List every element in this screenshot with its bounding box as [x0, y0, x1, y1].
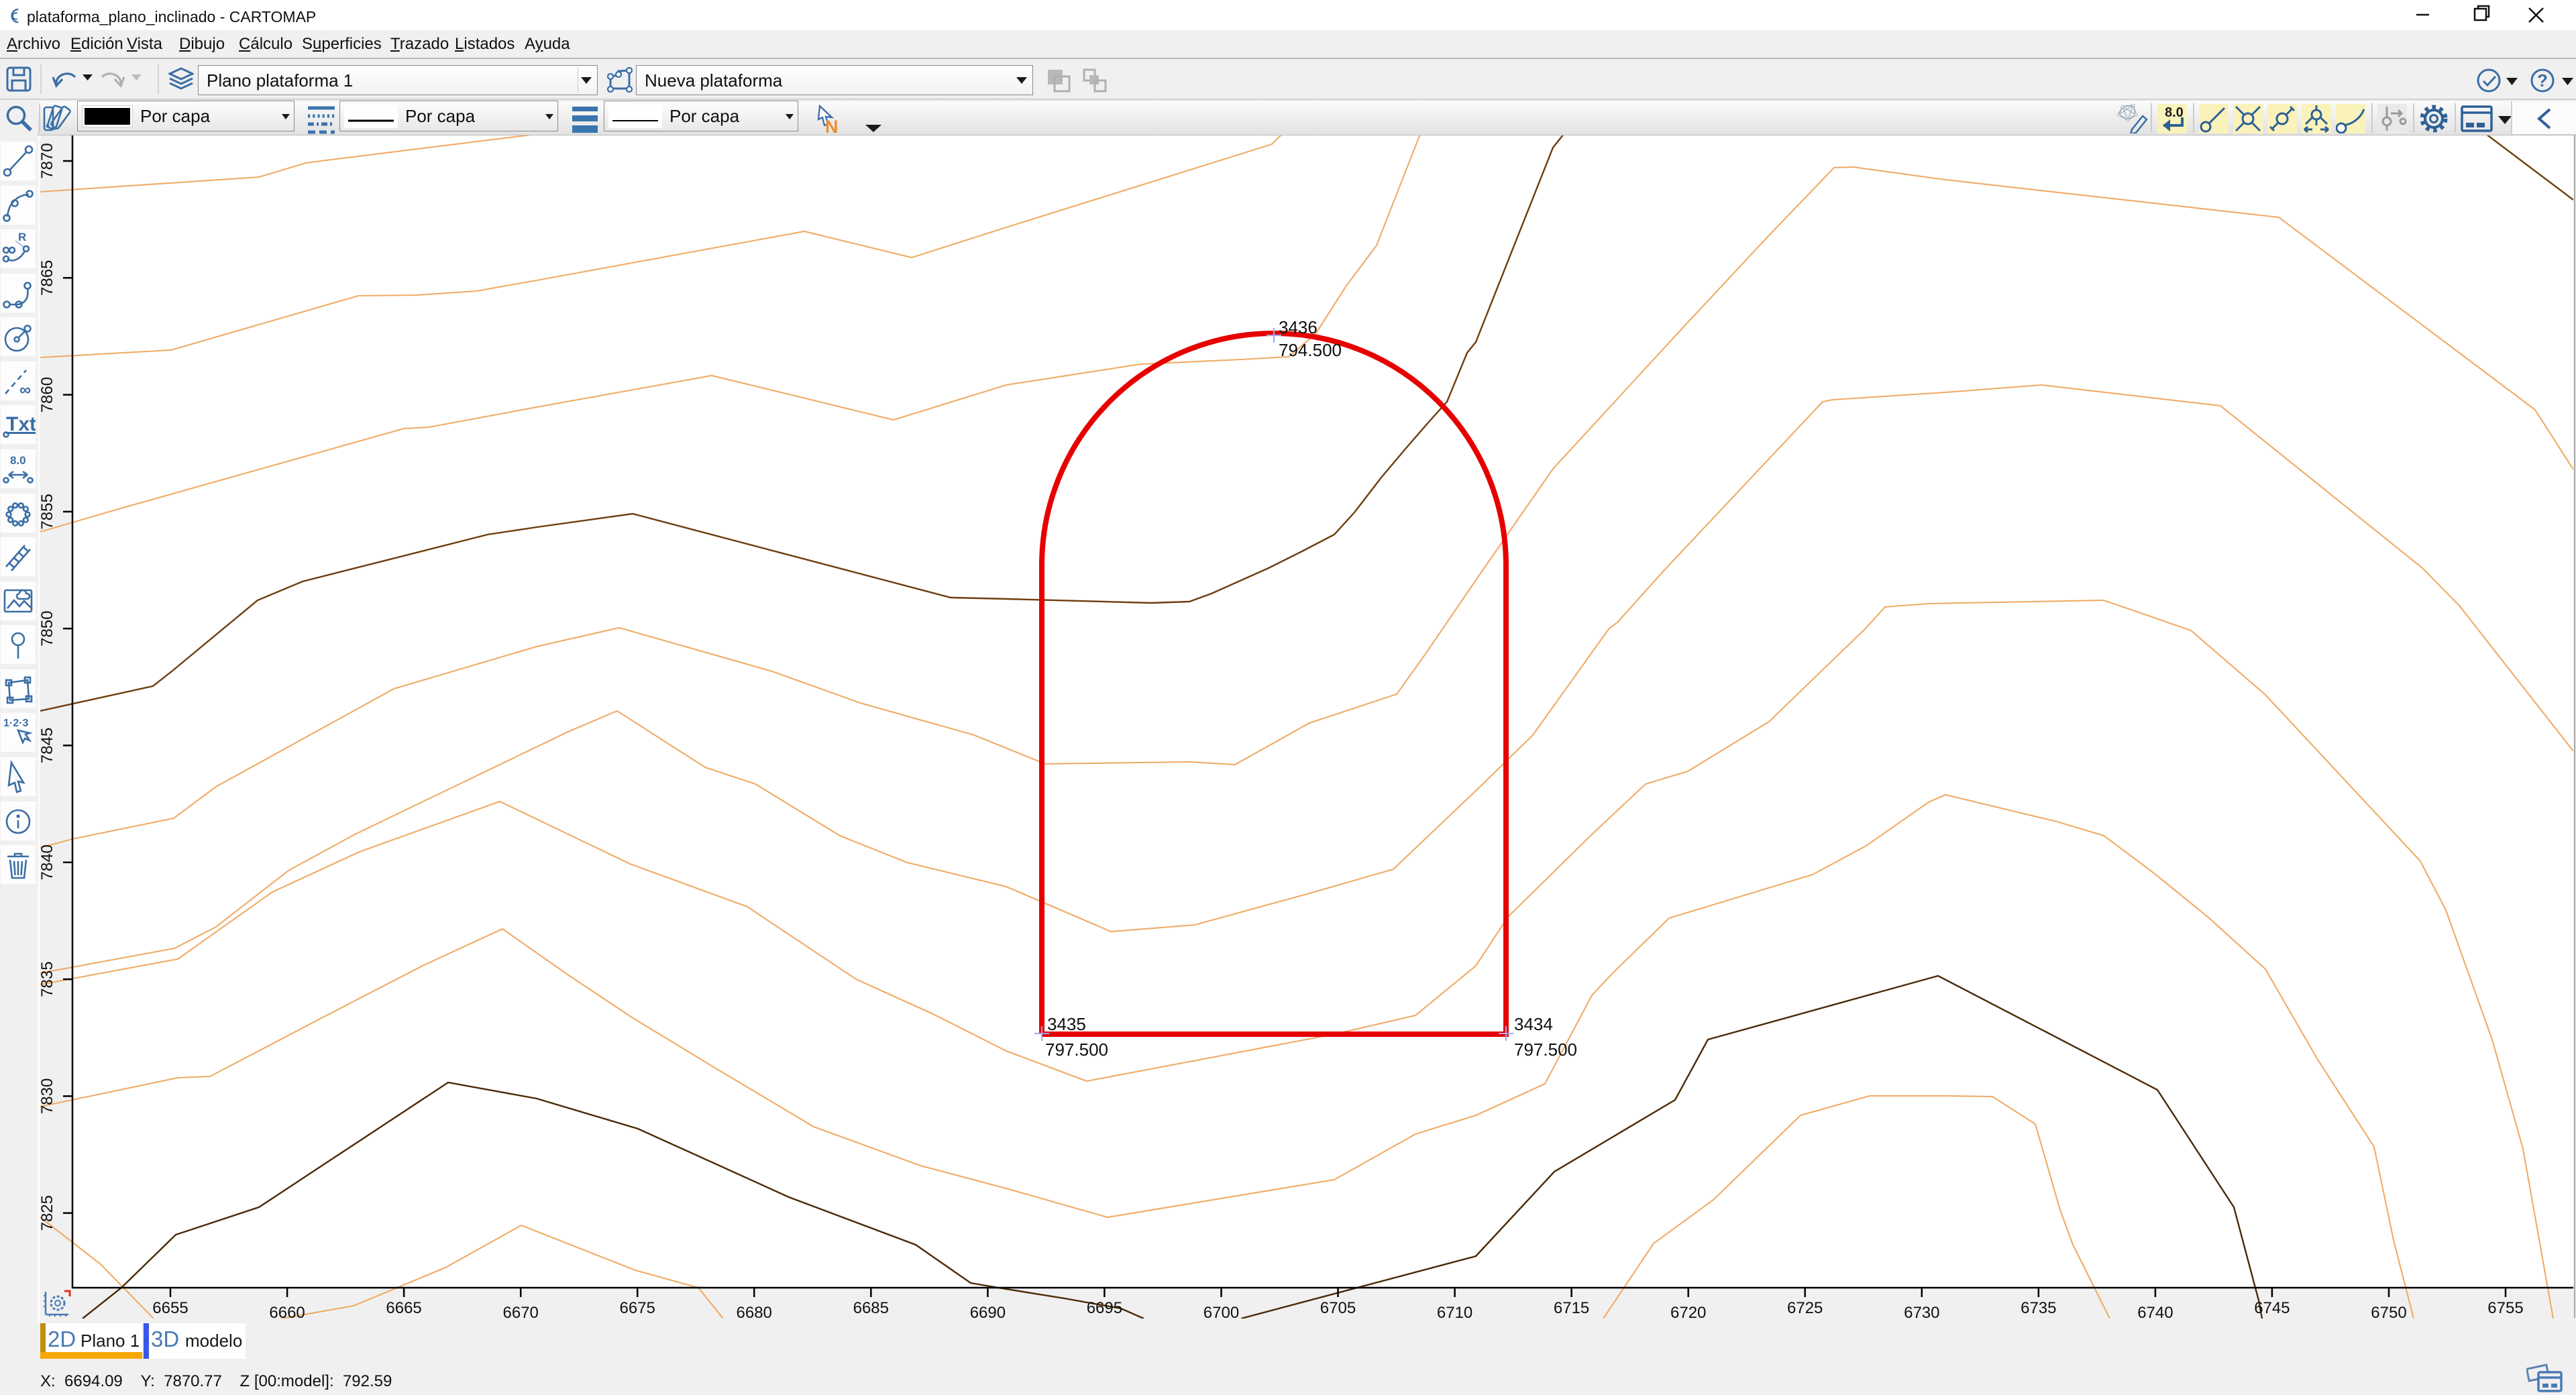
svg-text:7850: 7850 — [40, 611, 56, 647]
svg-text:N: N — [825, 117, 839, 135]
svg-text:6745: 6745 — [2254, 1299, 2290, 1317]
svg-text:3436: 3436 — [1279, 317, 1318, 337]
svg-text:R: R — [18, 231, 26, 243]
svg-text:797.500: 797.500 — [1045, 1040, 1108, 1060]
svg-text:6725: 6725 — [1787, 1299, 1823, 1317]
svg-text:7830: 7830 — [40, 1078, 56, 1114]
svg-text:6755: 6755 — [2487, 1299, 2523, 1317]
svg-text:7860: 7860 — [40, 377, 56, 412]
svg-text:6735: 6735 — [2021, 1299, 2056, 1317]
svg-text:7845: 7845 — [40, 728, 56, 763]
svg-text:∞: ∞ — [19, 381, 31, 399]
svg-text:6710: 6710 — [1437, 1304, 1472, 1321]
svg-text:Txt: Txt — [6, 413, 36, 435]
svg-text:6730: 6730 — [1904, 1304, 1939, 1321]
svg-text:6685: 6685 — [853, 1299, 889, 1317]
svg-text:3435: 3435 — [1047, 1014, 1086, 1034]
svg-text:7855: 7855 — [40, 494, 56, 529]
svg-text:?: ? — [2537, 70, 2548, 91]
svg-text:6665: 6665 — [386, 1299, 421, 1317]
svg-text:797.500: 797.500 — [1514, 1040, 1577, 1060]
svg-text:6740: 6740 — [2137, 1304, 2173, 1321]
svg-text:8.0: 8.0 — [2165, 105, 2184, 120]
svg-text:6720: 6720 — [1670, 1304, 1706, 1321]
svg-text:7865: 7865 — [40, 260, 56, 296]
svg-text:7825: 7825 — [40, 1195, 56, 1231]
svg-text:6750: 6750 — [2371, 1304, 2406, 1321]
svg-text:6715: 6715 — [1554, 1299, 1589, 1317]
svg-text:7835: 7835 — [40, 961, 56, 997]
svg-text:1·2·3: 1·2·3 — [3, 718, 28, 729]
svg-text:6670: 6670 — [503, 1304, 539, 1321]
svg-text:7840: 7840 — [40, 844, 56, 880]
svg-text:7870: 7870 — [40, 143, 56, 178]
svg-text:6655: 6655 — [152, 1299, 188, 1317]
svg-text:6680: 6680 — [737, 1304, 772, 1321]
svg-text:6695: 6695 — [1087, 1299, 1122, 1317]
svg-text:3434: 3434 — [1514, 1014, 1553, 1034]
svg-text:8.0: 8.0 — [10, 454, 26, 467]
svg-text:794.500: 794.500 — [1279, 340, 1342, 360]
svg-text:6690: 6690 — [970, 1304, 1006, 1321]
svg-text:6700: 6700 — [1203, 1304, 1239, 1321]
svg-text:6705: 6705 — [1320, 1299, 1356, 1317]
svg-text:6660: 6660 — [269, 1304, 305, 1321]
svg-text:6675: 6675 — [620, 1299, 655, 1317]
